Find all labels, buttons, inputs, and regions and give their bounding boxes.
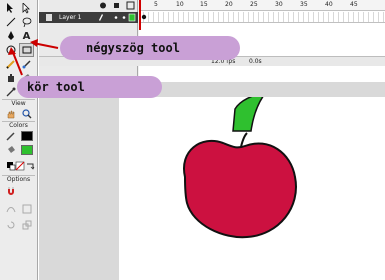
swap-colors-icon[interactable]	[22, 159, 37, 173]
frame-number: 10	[176, 1, 184, 8]
layer-page-icon	[46, 14, 52, 21]
stroke-color-pencil-icon[interactable]	[3, 129, 18, 143]
fill-color-bucket-icon[interactable]	[3, 143, 18, 157]
frame-number: 45	[350, 1, 358, 8]
hand-tool-icon[interactable]	[3, 107, 18, 121]
keyframe-marker[interactable]	[141, 14, 147, 20]
frame-number: 40	[325, 1, 333, 8]
oval-tool-callout: kör tool	[17, 76, 162, 98]
fill-color-swatch[interactable]	[19, 143, 34, 157]
apple-leaf-shape	[232, 89, 270, 132]
stroke-color-swatch[interactable]	[19, 129, 34, 143]
eyedropper-tool-icon[interactable]	[3, 85, 18, 99]
frame-number: 30	[275, 1, 283, 8]
lasso-tool-icon[interactable]	[19, 15, 34, 29]
frame-number: 5	[154, 1, 158, 8]
view-section-label: View	[11, 100, 26, 107]
text-tool-glyph: A	[22, 30, 31, 42]
oval-tool-icon[interactable]	[3, 43, 18, 57]
scale-option-icon[interactable]	[19, 218, 34, 232]
elapsed-time-readout: 0.0s	[249, 58, 262, 65]
layer-row[interactable]: Layer 1	[39, 12, 138, 23]
brush-tool-icon[interactable]	[19, 57, 34, 71]
colors-section-label: Colors	[9, 122, 28, 129]
subselection-tool-icon[interactable]	[19, 1, 34, 15]
ink-bottle-tool-icon[interactable]	[3, 71, 18, 85]
pen-tool-icon[interactable]	[3, 29, 18, 43]
options-section-label: Options	[6, 176, 31, 183]
layer-name: Layer 1	[59, 14, 82, 21]
layer-header-icons	[99, 1, 135, 12]
oval-tool-callout-text: kör tool	[27, 80, 85, 94]
rectangle-tool-callout-text: négyszög tool	[86, 41, 180, 55]
apple-body-shape	[183, 140, 297, 239]
rectangle-tool-icon[interactable]	[19, 43, 34, 57]
pencil-tool-icon[interactable]	[3, 57, 18, 71]
text-tool-icon[interactable]: A	[19, 29, 34, 43]
frame-number: 15	[200, 1, 208, 8]
frame-number: 20	[225, 1, 233, 8]
tools-panel: A View Colors Options	[0, 0, 38, 280]
frame-ruler: 5 10 15 20 25 30 35 40 45	[139, 0, 385, 11]
smooth-option-icon[interactable]	[3, 202, 18, 216]
rotate-option-icon[interactable]	[3, 218, 18, 232]
selection-tool-icon[interactable]	[3, 1, 18, 15]
stage-canvas[interactable]	[119, 89, 385, 280]
frame-number: 25	[250, 1, 258, 8]
zoom-tool-icon[interactable]	[19, 107, 34, 121]
snap-magnet-icon[interactable]	[3, 184, 18, 198]
frame-number: 35	[300, 1, 308, 8]
line-tool-icon[interactable]	[3, 15, 18, 29]
straighten-option-icon[interactable]	[19, 202, 34, 216]
rectangle-tool-callout: négyszög tool	[60, 36, 240, 60]
apple-drawing	[183, 89, 297, 239]
layer-toggle-icons[interactable]	[96, 12, 136, 23]
frame-row[interactable]	[139, 12, 385, 23]
